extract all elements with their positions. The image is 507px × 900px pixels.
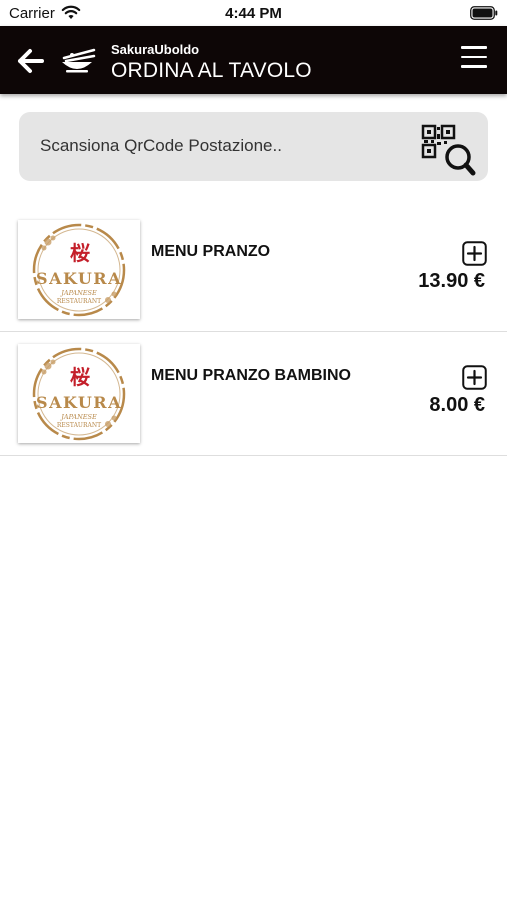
app-name: SakuraUboldo <box>111 42 200 57</box>
battery-icon <box>470 6 498 20</box>
hamburger-menu-icon[interactable] <box>461 46 489 72</box>
add-plus-icon[interactable] <box>462 365 487 390</box>
logo-sub-text: JAPANESE <box>59 289 97 297</box>
menu-item-name: MENU PRANZO <box>151 243 271 260</box>
add-plus-icon[interactable] <box>462 241 487 266</box>
logo-sub2-text: RESTAURANT <box>57 298 101 305</box>
menu-item-name: MENU PRANZO BAMBINO <box>151 367 351 384</box>
qr-scan-placeholder: Scansiona QrCode Postazione.. <box>40 136 282 155</box>
qr-code-search-icon <box>421 124 476 176</box>
menu-list: 桜 SAKURA JAPANESE RESTAURANT MENU PRANZO… <box>0 208 507 456</box>
chopsticks-bowl-icon <box>62 48 96 73</box>
sakura-logo-image: 桜 SAKURA JAPANESE RESTAURANT <box>18 220 140 319</box>
sakura-logo-image: 桜 SAKURA JAPANESE RESTAURANT <box>18 344 140 443</box>
logo-main-text: SAKURA <box>36 393 122 412</box>
logo-glyph: 桜 <box>70 365 90 389</box>
logo-sub-text: JAPANESE <box>59 413 97 421</box>
menu-item[interactable]: 桜 SAKURA JAPANESE RESTAURANT MENU PRANZO… <box>0 332 507 456</box>
logo-glyph: 桜 <box>70 241 90 265</box>
qr-scan-bar[interactable]: Scansiona QrCode Postazione.. <box>19 112 488 181</box>
menu-item-price: 8.00 € <box>429 394 485 416</box>
menu-item-price: 13.90 € <box>418 270 485 292</box>
app-header: SakuraUboldo ORDINA AL TAVOLO <box>0 26 507 94</box>
status-bar: Carrier 4:44 PM <box>0 0 507 26</box>
logo-main-text: SAKURA <box>36 269 122 288</box>
back-arrow-icon[interactable] <box>16 46 46 76</box>
clock: 4:44 PM <box>225 5 282 22</box>
page-title: ORDINA AL TAVOLO <box>111 59 312 82</box>
menu-item[interactable]: 桜 SAKURA JAPANESE RESTAURANT MENU PRANZO… <box>0 208 507 332</box>
logo-sub2-text: RESTAURANT <box>57 422 101 429</box>
